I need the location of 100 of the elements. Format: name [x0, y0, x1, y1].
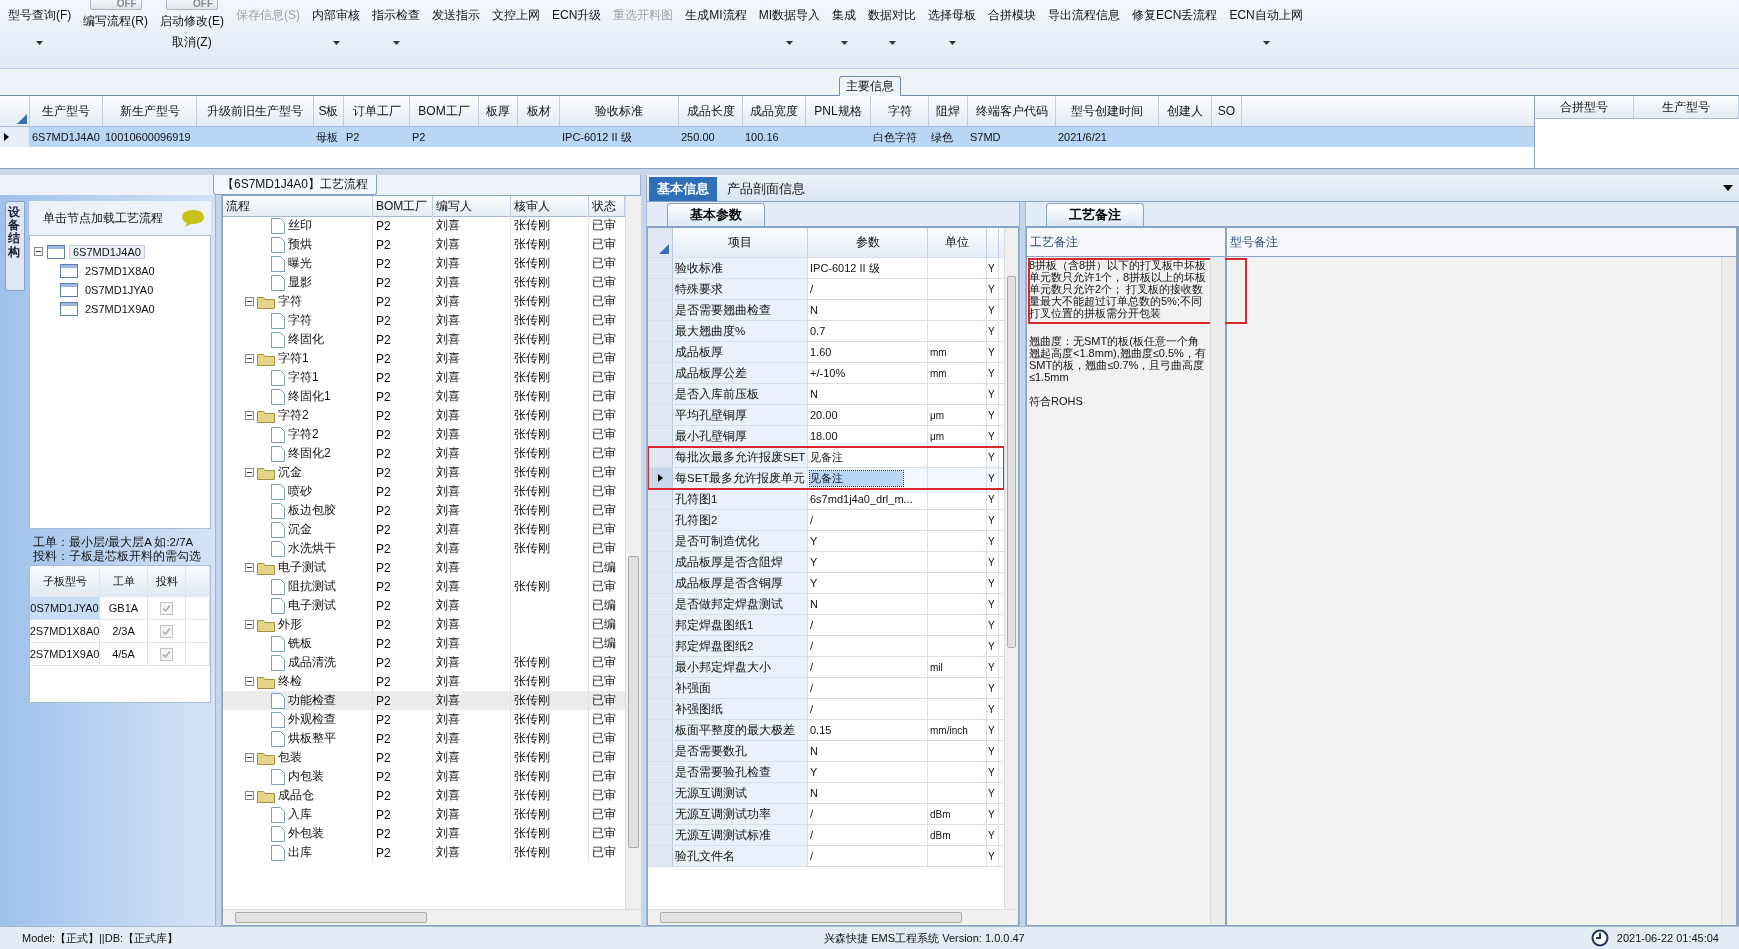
table-cell[interactable]: /: [810, 703, 814, 715]
process-row[interactable]: 外包装 P2 刘喜 张传刚 已审: [223, 824, 625, 843]
table-cell[interactable]: N: [810, 745, 818, 757]
checkbox[interactable]: [160, 624, 173, 638]
column-header[interactable]: PNL规格: [806, 96, 871, 126]
caret-icon[interactable]: [840, 41, 848, 45]
collapse-icon[interactable]: [245, 468, 254, 477]
tree-item[interactable]: 2S7MD1X8A0: [82, 264, 158, 277]
table-cell[interactable]: 1.60: [810, 346, 832, 358]
collapse-icon[interactable]: [245, 297, 254, 306]
vertical-scrollbar[interactable]: [625, 196, 641, 909]
tab[interactable]: 基本参数: [667, 203, 765, 226]
table-cell[interactable]: /: [810, 682, 814, 694]
process-row[interactable]: 字符2 P2 刘喜 张传刚 已审: [223, 425, 625, 444]
toolbar-button[interactable]: 修复ECN丢流程: [1128, 6, 1222, 25]
table-cell[interactable]: /: [810, 850, 814, 862]
splitter[interactable]: [215, 195, 222, 926]
table-cell[interactable]: N: [810, 787, 818, 799]
toolbar-button[interactable]: ECN升级: [548, 6, 606, 25]
column-header[interactable]: 生产型号: [1634, 96, 1739, 118]
param-row[interactable]: 邦定焊盘图纸2 / Y: [648, 636, 1004, 657]
param-row[interactable]: 是否做邦定焊盘测试 N Y: [648, 594, 1004, 615]
column-header[interactable]: 成品长度: [679, 96, 743, 126]
param-row[interactable]: 成品板厚 1.60 mm Y: [648, 342, 1004, 363]
process-row[interactable]: 水洗烘干 P2 刘喜 张传刚 已审: [223, 539, 625, 558]
process-row[interactable]: 电子测试 P2 刘喜 已编: [223, 558, 625, 577]
process-row[interactable]: 喷砂 P2 刘喜 张传刚 已审: [223, 482, 625, 501]
horizontal-scrollbar[interactable]: [223, 909, 641, 925]
param-row[interactable]: 是否需要数孔 N Y: [648, 741, 1004, 762]
process-row[interactable]: 字符1 P2 刘喜 张传刚 已审: [223, 349, 625, 368]
vertical-scrollbar[interactable]: [1210, 257, 1225, 925]
process-row[interactable]: 成品清洗 P2 刘喜 张传刚 已审: [223, 653, 625, 672]
tree-item[interactable]: 6S7MD1J4A0: [69, 244, 145, 259]
tab[interactable]: 基本信息: [649, 177, 717, 201]
splitter[interactable]: [0, 169, 1739, 175]
column-header[interactable]: 编写人: [433, 196, 511, 216]
table-cell[interactable]: /: [810, 514, 814, 526]
table-cell[interactable]: 2S7MD1X9A0: [30, 643, 100, 665]
table-cell[interactable]: 18.00: [810, 430, 838, 442]
process-row[interactable]: 铣板 P2 刘喜 已编: [223, 634, 625, 653]
table-cell[interactable]: /: [810, 661, 814, 673]
column-header[interactable]: 新生产型号: [103, 96, 197, 126]
process-row[interactable]: 字符 P2 刘喜 张传刚 已审: [223, 292, 625, 311]
toolbar-button[interactable]: 导出流程信息: [1044, 6, 1125, 25]
horizontal-scrollbar[interactable]: [648, 909, 1018, 925]
param-row[interactable]: 补强面 / Y: [648, 678, 1004, 699]
caret-icon[interactable]: [888, 41, 896, 45]
table-row[interactable]: 6S7MD1J4A0 10010600096919 母板 P2 P2 IPC-6012 II 级 250.00 100.16 白色字符 绿色 S7MD 2021/6/21: [0, 127, 1534, 147]
collapse-icon[interactable]: [245, 677, 254, 686]
process-row[interactable]: 烘板整平 P2 刘喜 张传刚 已审: [223, 729, 625, 748]
column-header[interactable]: 验收标准: [560, 96, 679, 126]
column-header[interactable]: 阻焊: [929, 96, 968, 126]
toolbar-button[interactable]: 发送指示: [428, 6, 484, 25]
column-header[interactable]: BOM工厂: [373, 196, 433, 216]
table-cell[interactable]: 6s7md1j4a0_drl_m...: [810, 493, 913, 505]
column-header[interactable]: 核审人: [511, 196, 589, 216]
process-row[interactable]: 字符1 P2 刘喜 张传刚 已审: [223, 368, 625, 387]
toolbar-button[interactable]: ECN自动上网: [1225, 6, 1307, 25]
process-row[interactable]: 成品仓 P2 刘喜 张传刚 已审: [223, 786, 625, 805]
process-row[interactable]: 内包装 P2 刘喜 张传刚 已审: [223, 767, 625, 786]
checkbox[interactable]: [160, 601, 173, 615]
toolbar-button[interactable]: 选择母板: [924, 6, 981, 25]
toolbar-button[interactable]: 编写流程(R): [79, 12, 152, 31]
param-row[interactable]: 补强图纸 / Y: [648, 699, 1004, 720]
param-row[interactable]: 是否可制造优化 Y Y: [648, 531, 1004, 552]
toolbar-button[interactable]: 型号查询(F): [4, 6, 76, 25]
column-header[interactable]: 板厚: [479, 96, 518, 126]
toolbar-button[interactable]: 数据对比: [864, 6, 921, 25]
column-header[interactable]: 项目: [673, 228, 808, 257]
caret-icon[interactable]: [948, 41, 956, 45]
param-row[interactable]: 邦定焊盘图纸1 / Y: [648, 615, 1004, 636]
process-row[interactable]: 阻抗测试 P2 刘喜 张传刚 已审: [223, 577, 625, 596]
param-row[interactable]: 成品板厚是否含阻焊 Y Y: [648, 552, 1004, 573]
process-row[interactable]: 入库 P2 刘喜 张传刚 已审: [223, 805, 625, 824]
process-row[interactable]: 曝光 P2 刘喜 张传刚 已审: [223, 254, 625, 273]
collapse-icon[interactable]: [34, 247, 43, 256]
param-row[interactable]: 最大翘曲度% 0.7 Y: [648, 321, 1004, 342]
table-cell[interactable]: 20.00: [810, 409, 838, 421]
table-cell[interactable]: Y: [810, 556, 818, 568]
process-row[interactable]: 板边包胶 P2 刘喜 张传刚 已审: [223, 501, 625, 520]
param-row[interactable]: 无源互调测试功率 / dBm Y: [648, 804, 1004, 825]
table-cell[interactable]: /: [810, 640, 814, 652]
table-cell[interactable]: +/-10%: [810, 367, 846, 379]
row-header[interactable]: [648, 468, 673, 488]
toolbar-button[interactable]: 内部审核: [308, 6, 364, 25]
column-header[interactable]: 生产型号: [30, 96, 103, 126]
param-row[interactable]: 每SET最多允许报废单元 见备注 Y: [648, 468, 1004, 489]
table-cell[interactable]: /: [810, 619, 814, 631]
splitter[interactable]: [1019, 202, 1026, 926]
column-header[interactable]: 参数: [808, 228, 928, 257]
table-cell[interactable]: /: [810, 829, 814, 841]
column-header[interactable]: 工单: [100, 566, 148, 596]
caret-icon[interactable]: [392, 41, 400, 45]
table-cell[interactable]: N: [810, 304, 818, 316]
collapse-icon[interactable]: [245, 411, 254, 420]
table-cell[interactable]: N: [810, 598, 818, 610]
column-header[interactable]: 型号创建时间: [1056, 96, 1159, 126]
dropdown-icon[interactable]: [1723, 185, 1733, 191]
param-row[interactable]: 孔符图2 / Y: [648, 510, 1004, 531]
table-cell[interactable]: 0.15: [810, 724, 832, 736]
